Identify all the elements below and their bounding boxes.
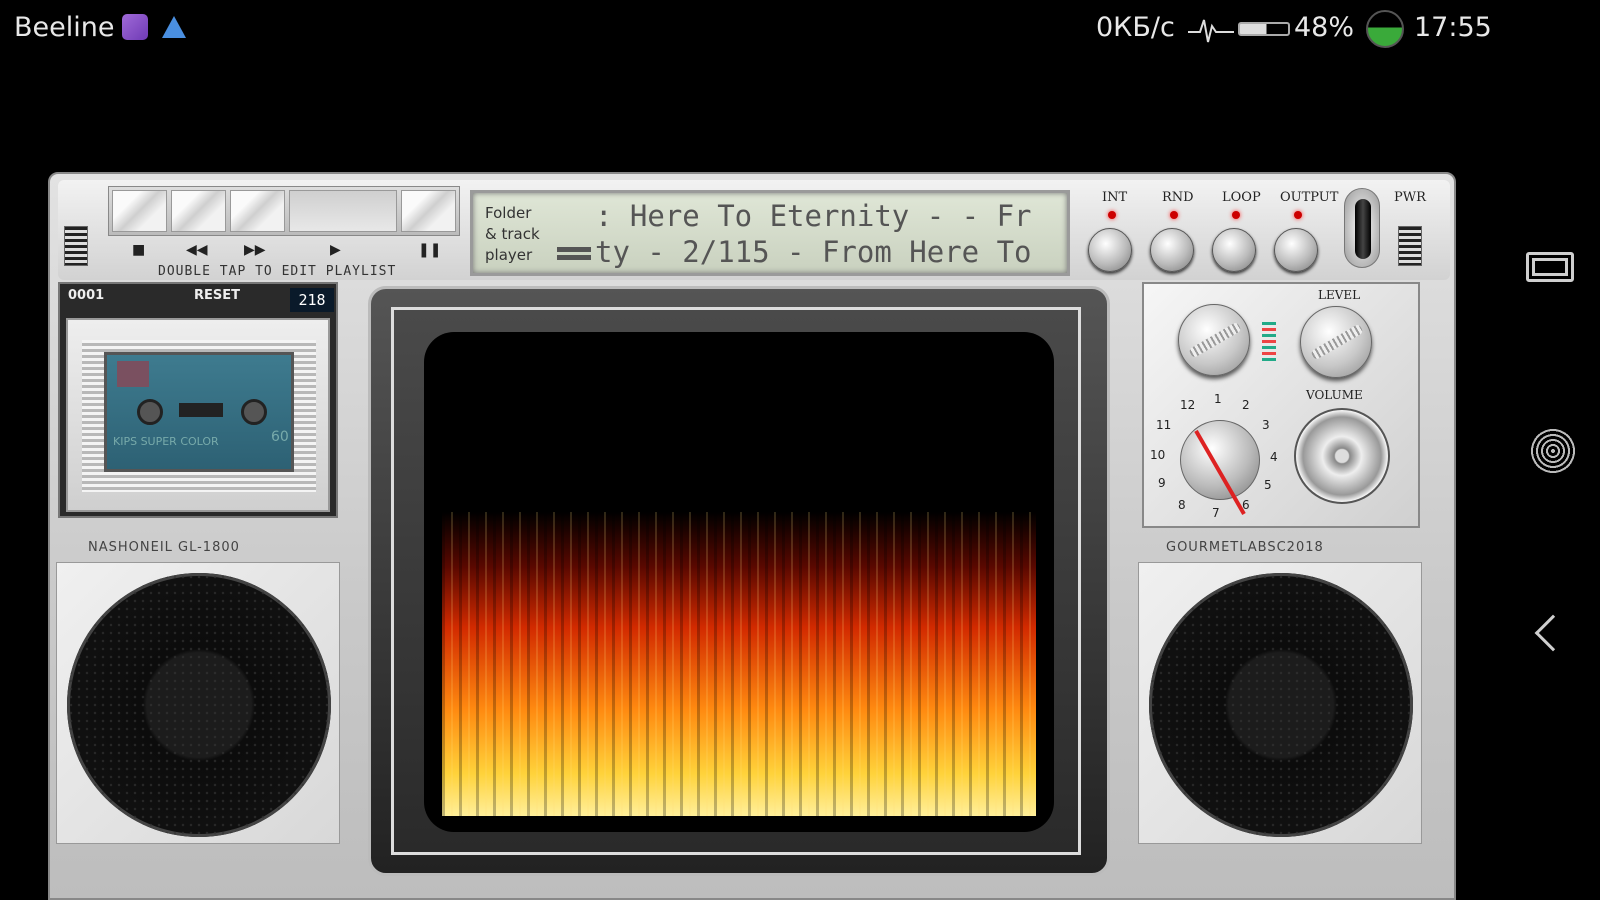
cassette-tape: KIPS SUPER COLOR 60 (104, 352, 294, 472)
clock: 17:55 (1414, 12, 1492, 43)
dial-num-3: 3 (1262, 418, 1270, 432)
battery-icon (1238, 22, 1290, 36)
loop-led (1232, 211, 1240, 219)
eq-color-scale (1262, 322, 1276, 362)
dial-num-7: 7 (1212, 506, 1220, 520)
left-vent-grille (64, 226, 88, 266)
rnd-knob[interactable] (1150, 228, 1194, 272)
left-speaker-frame (56, 562, 340, 844)
tv-bezel (391, 307, 1081, 855)
loop-label: LOOP (1222, 190, 1261, 205)
dial-num-8: 8 (1178, 498, 1186, 512)
play-icon: ▶ (330, 242, 341, 258)
network-speed: 0КБ/с (1096, 12, 1175, 43)
brand-left: NASHONEIL GL-1800 (88, 540, 240, 555)
visualizer-screen[interactable] (424, 332, 1054, 832)
level-label: LEVEL (1318, 288, 1361, 302)
output-label: OUTPUT (1280, 190, 1339, 205)
fast-forward-button[interactable] (230, 190, 285, 232)
loop-knob[interactable] (1212, 228, 1256, 272)
dial-num-11: 11 (1156, 418, 1172, 432)
playlist-hint[interactable]: DOUBLE TAP TO EDIT PLAYLIST (158, 264, 396, 279)
display-mode-label: Folder & track player (485, 203, 565, 266)
recent-apps-icon[interactable] (1526, 252, 1574, 282)
battery-percent: 48% (1294, 12, 1355, 43)
volume-label: VOLUME (1306, 388, 1363, 402)
dial-num-4: 4 (1270, 450, 1278, 464)
eq-knob[interactable] (1178, 304, 1250, 376)
cassette-deck: 0001 RESET 218 KIPS SUPER COLOR 60 (58, 282, 338, 518)
brand-right: GOURMETLABSC2018 (1166, 540, 1324, 555)
reset-button[interactable]: RESET (194, 288, 240, 303)
cassette-brand: KIPS SUPER COLOR (113, 435, 219, 448)
display-line-1: : Here To Eternity - - Fr (595, 199, 1032, 233)
dial-num-1: 1 (1214, 392, 1222, 406)
right-vent-grille (1398, 226, 1422, 266)
display-bars-icon (557, 247, 591, 263)
pause-button[interactable] (401, 190, 456, 232)
stop-button[interactable] (112, 190, 167, 232)
dial-num-9: 9 (1158, 476, 1166, 490)
display-label-line2: & track (485, 225, 540, 243)
fingerprint-icon[interactable] (1530, 428, 1576, 474)
rnd-label: RND (1162, 190, 1194, 205)
volume-knob[interactable] (1294, 408, 1390, 504)
carrier-name: Beeline (14, 12, 115, 43)
boombox-player: ■ ◀◀ ▶▶ ▶ ❚❚ DOUBLE TAP TO EDIT PLAYLIST… (48, 172, 1456, 900)
top-control-strip: ■ ◀◀ ▶▶ ▶ ❚❚ DOUBLE TAP TO EDIT PLAYLIST… (58, 180, 1450, 280)
pwr-label: PWR (1394, 190, 1426, 205)
fire-visualization (442, 512, 1036, 816)
display-label-line3: player (485, 246, 533, 264)
play-button[interactable] (289, 190, 397, 232)
rnd-led (1170, 211, 1178, 219)
rewind-icon: ◀◀ (186, 242, 208, 258)
tone-control-panel: LEVEL VOLUME 12 1 2 3 4 5 6 7 8 9 10 11 (1142, 282, 1420, 528)
left-reel (137, 399, 163, 425)
dial-num-12: 12 (1180, 398, 1196, 412)
track-display[interactable]: Folder & track player : Here To Eternity… (470, 190, 1070, 276)
output-led (1294, 211, 1302, 219)
int-knob[interactable] (1088, 228, 1132, 272)
tape-window (179, 403, 223, 417)
display-label-line1: Folder (485, 204, 532, 222)
dial-num-5: 5 (1264, 478, 1272, 492)
navigation-app-icon (162, 16, 186, 38)
fast-forward-icon: ▶▶ (244, 242, 266, 258)
right-speaker (1149, 573, 1413, 837)
rewind-button[interactable] (171, 190, 226, 232)
cassette-length: 60 (271, 429, 289, 445)
output-knob[interactable] (1274, 228, 1318, 272)
right-reel (241, 399, 267, 425)
int-label: INT (1102, 190, 1128, 205)
left-speaker (67, 573, 331, 837)
gallery-app-icon (122, 14, 148, 40)
status-app-icon (1366, 10, 1404, 48)
visualizer-tv (368, 286, 1110, 876)
cassette-window[interactable]: KIPS SUPER COLOR 60 (66, 318, 330, 512)
power-switch[interactable] (1344, 188, 1380, 268)
display-line-2: ty - 2/115 - From Here To (595, 235, 1032, 269)
transport-buttons (108, 186, 460, 236)
right-speaker-frame (1138, 562, 1422, 844)
sleep-timer-dial[interactable] (1180, 420, 1260, 500)
int-led (1108, 211, 1116, 219)
stop-icon: ■ (132, 242, 146, 258)
level-knob[interactable] (1300, 306, 1372, 378)
pause-icon: ❚❚ (418, 242, 442, 258)
signal-activity-icon (1188, 19, 1234, 43)
dial-num-2: 2 (1242, 398, 1250, 412)
tape-counter: 218 (290, 288, 334, 312)
cassette-label-logo (117, 361, 149, 387)
back-icon[interactable] (1534, 614, 1572, 652)
counter-label: 0001 (68, 288, 105, 303)
dial-num-10: 10 (1150, 448, 1166, 462)
power-lever (1355, 199, 1371, 259)
